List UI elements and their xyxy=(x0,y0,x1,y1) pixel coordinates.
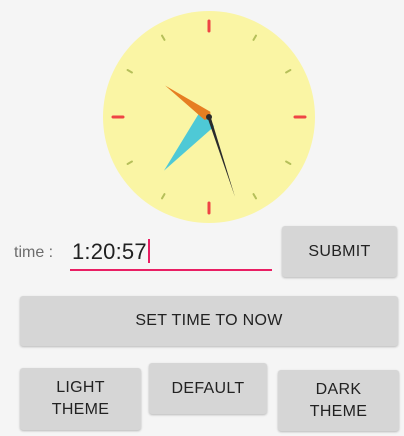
set-time-to-now-label: SET TIME TO NOW xyxy=(135,312,283,329)
analog-clock xyxy=(103,11,315,223)
default-theme-button[interactable]: DEFAULT xyxy=(149,363,267,414)
clock-center xyxy=(206,114,212,120)
time-input-value[interactable]: 1:20:57 xyxy=(72,239,150,265)
dark-theme-label: DARK THEME xyxy=(309,380,368,420)
text-cursor xyxy=(147,239,150,263)
time-input-text: 1:20:57 xyxy=(72,239,147,264)
time-label: time : xyxy=(14,244,54,261)
clock-app-screen: time : 1:20:57 SUBMIT SET TIME TO NOW LI… xyxy=(0,0,404,436)
light-theme-label: LIGHT THEME xyxy=(51,379,110,418)
light-theme-button[interactable]: LIGHT THEME xyxy=(20,368,141,430)
submit-button-label: SUBMIT xyxy=(308,242,371,260)
set-time-to-now-button[interactable]: SET TIME TO NOW xyxy=(20,296,398,346)
dark-theme-button[interactable]: DARK THEME xyxy=(278,370,399,431)
default-theme-label: DEFAULT xyxy=(171,379,245,397)
time-input[interactable]: 1:20:57 xyxy=(70,235,272,271)
submit-button[interactable]: SUBMIT xyxy=(282,226,397,277)
